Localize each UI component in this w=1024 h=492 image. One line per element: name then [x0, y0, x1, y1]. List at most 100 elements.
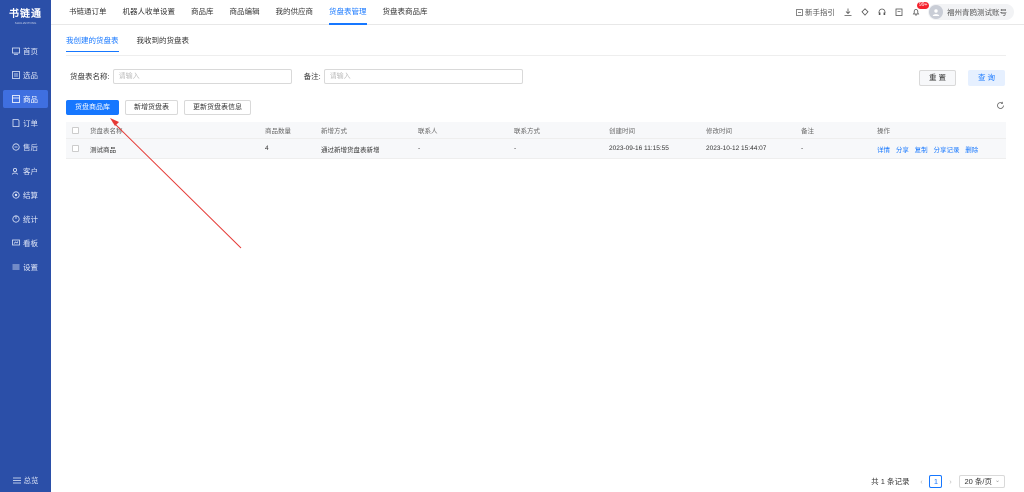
tab-my-suppliers[interactable]: 我的供应商 [268, 0, 322, 25]
sidebar-collapse-button[interactable]: 总览 [0, 475, 51, 486]
home-icon [11, 47, 20, 56]
header-remark: 备注 [801, 128, 814, 135]
share-record-link[interactable]: 分享记录 [933, 147, 959, 154]
theme-icon[interactable] [861, 8, 869, 16]
row-checkbox[interactable] [72, 145, 79, 152]
tab-goods-library[interactable]: 商品库 [183, 0, 222, 25]
table-row: 测试商品 4 通过新增货盘表新增 - - 2023-09-16 11:15:55… [66, 139, 1006, 159]
remark-filter-label: 备注: [303, 72, 321, 81]
update-pallet-info-button[interactable]: 更新货盘表信息 [184, 100, 251, 115]
sidebar-item-settings[interactable]: 设置 [3, 258, 48, 276]
delete-link[interactable]: 删除 [965, 147, 978, 154]
share-link[interactable]: 分享 [896, 147, 909, 154]
sidebar-item-label: 商品 [23, 94, 38, 104]
guide-icon [796, 8, 803, 16]
filter-bar: 货盘表名称: 请输入 备注: 请输入 [70, 69, 523, 84]
cell-method: 通过新增货盘表新增 [321, 146, 380, 154]
calendar-icon[interactable] [895, 8, 903, 16]
total-records: 共 1 条记录 [871, 477, 910, 486]
sidebar-item-board[interactable]: 看板 [3, 234, 48, 252]
guide-link[interactable]: 新手指引 [796, 7, 835, 18]
header-modified: 修改时间 [706, 128, 732, 135]
sidebar-item-order[interactable]: 订单 [3, 114, 48, 132]
guide-label: 新手指引 [805, 7, 835, 17]
subtabs-divider [66, 55, 1006, 56]
pagination: 共 1 条记录 ‹ 1 › 20 条/页 ⌄ [871, 475, 1005, 488]
refresh-icon[interactable] [995, 100, 1005, 110]
sidebar: 书链通 SHULIANTONG 首页 选品 商品 订单 售后 客户 结算 统计 … [0, 0, 51, 492]
app-logo[interactable]: 书链通 SHULIANTONG [0, 0, 51, 30]
cell-name: 测试商品 [90, 146, 116, 154]
tab-goods-edit[interactable]: 商品编辑 [222, 0, 268, 25]
sidebar-item-aftersale[interactable]: 售后 [3, 138, 48, 156]
select-icon [11, 71, 20, 80]
tab-shulian-orders[interactable]: 书链通订单 [61, 0, 115, 25]
sidebar-item-settle[interactable]: 结算 [3, 186, 48, 204]
cell-remark: - [801, 145, 804, 152]
sidebar-item-label: 客户 [23, 166, 38, 176]
prev-page-icon[interactable]: ‹ [915, 476, 927, 488]
customer-icon [11, 167, 20, 176]
sidebar-item-label: 订单 [23, 118, 38, 128]
remark-filter-input[interactable]: 请输入 [323, 69, 523, 84]
board-icon [11, 239, 20, 248]
sidebar-item-label: 售后 [23, 142, 38, 152]
header-count: 商品数量 [265, 128, 291, 135]
add-pallet-button[interactable]: 新增货盘表 [125, 100, 178, 115]
notification-badge: 99+ [917, 2, 930, 9]
sidebar-item-customer[interactable]: 客户 [3, 162, 48, 180]
sidebar-item-home[interactable]: 首页 [3, 42, 48, 60]
reset-button[interactable]: 重 置 [919, 70, 956, 86]
page-number[interactable]: 1 [929, 475, 943, 488]
logo-title: 书链通 [9, 9, 42, 20]
user-name: 福州青鸥测试账号 [947, 7, 1007, 17]
chevron-down-icon: ⌄ [994, 478, 1000, 484]
tab-received-pallets[interactable]: 我收到的货盘表 [137, 35, 190, 52]
aftersale-icon [11, 143, 20, 152]
cell-count: 4 [265, 145, 269, 152]
page-size-select[interactable]: 20 条/页 ⌄ [959, 475, 1005, 488]
sidebar-nav: 首页 选品 商品 订单 售后 客户 结算 统计 看板 设置 [0, 42, 51, 276]
header-actions: 操作 [877, 128, 890, 135]
headset-icon[interactable] [878, 8, 886, 16]
detail-link[interactable]: 详情 [877, 147, 890, 154]
sidebar-item-select[interactable]: 选品 [3, 66, 48, 84]
cell-contact: - [418, 145, 421, 152]
avatar [929, 5, 943, 19]
menu-icon [12, 477, 21, 484]
tab-robot-settings[interactable]: 机器人收单设置 [115, 0, 184, 25]
sidebar-item-stats[interactable]: 统计 [3, 210, 48, 228]
download-icon[interactable] [844, 8, 852, 16]
next-page-icon[interactable]: › [944, 476, 956, 488]
sidebar-item-label: 看板 [23, 238, 38, 248]
header-name: 货盘表名称 [90, 128, 123, 135]
action-bar: 货盘商品库 新增货盘表 更新货盘表信息 [66, 100, 257, 115]
cell-actions: 详情 分享 复制 分享记录 删除 [877, 144, 1006, 154]
header-method: 新增方式 [321, 128, 347, 135]
header-created: 创建时间 [609, 128, 635, 135]
order-icon [11, 119, 20, 128]
main-content: 我创建的货盘表 我收到的货盘表 货盘表名称: 请输入 备注: 请输入 重 置 查… [51, 25, 1024, 492]
tab-pallet-goods-library[interactable]: 货盘表商品库 [375, 0, 436, 25]
user-menu[interactable]: 福州青鸥测试账号 [928, 4, 1014, 20]
top-tabs: 书链通订单 机器人收单设置 商品库 商品编辑 我的供应商 货盘表管理 货盘表商品… [51, 0, 436, 25]
cell-phone: - [514, 145, 517, 152]
tab-created-pallets[interactable]: 我创建的货盘表 [66, 35, 119, 52]
stats-icon [11, 215, 20, 224]
pallet-goods-library-button[interactable]: 货盘商品库 [66, 100, 119, 115]
select-all-checkbox[interactable] [72, 126, 79, 134]
settle-icon [11, 191, 20, 200]
sidebar-item-label: 选品 [23, 70, 38, 80]
notification-button[interactable]: 99+ [912, 2, 930, 16]
header-phone: 联系方式 [514, 128, 540, 135]
tab-pallet-management[interactable]: 货盘表管理 [321, 0, 375, 25]
top-navigation: 书链通订单 机器人收单设置 商品库 商品编辑 我的供应商 货盘表管理 货盘表商品… [51, 0, 1024, 25]
sidebar-item-goods[interactable]: 商品 [3, 90, 48, 108]
sidebar-item-label: 统计 [23, 214, 38, 224]
goods-icon [11, 95, 20, 104]
pallet-table: 货盘表名称 商品数量 新增方式 联系人 联系方式 创建时间 修改时间 备注 操作… [66, 122, 1006, 159]
name-filter-input[interactable]: 请输入 [112, 69, 292, 84]
header-contact: 联系人 [418, 128, 438, 135]
copy-link[interactable]: 复制 [915, 147, 928, 154]
query-button[interactable]: 查 询 [968, 70, 1005, 86]
